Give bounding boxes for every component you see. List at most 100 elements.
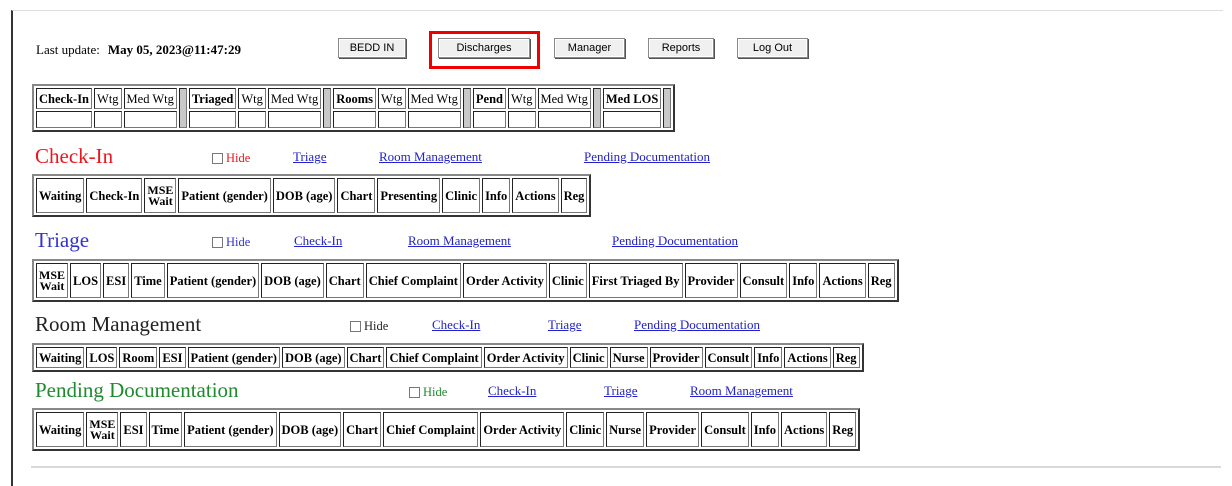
column-header[interactable]: Presenting [377, 178, 441, 213]
column-header[interactable]: Clinic [569, 347, 608, 368]
column-header[interactable]: Order Activity [480, 412, 565, 447]
column-header[interactable]: Patient (gender) [187, 347, 280, 368]
column-header[interactable]: Reg [560, 178, 588, 213]
column-header[interactable]: Chief Complaint [386, 347, 482, 368]
column-header[interactable]: Consult [704, 347, 753, 368]
column-header[interactable]: Provider [646, 412, 700, 447]
summary-separator [178, 88, 187, 128]
checkin-link-pending-documentation[interactable]: Pending Documentation [584, 149, 710, 165]
column-header[interactable]: Chart [325, 263, 364, 298]
triage-title: Triage [35, 228, 90, 252]
column-header[interactable]: Waiting [36, 347, 85, 368]
pending-link-checkin[interactable]: Check-In [488, 383, 536, 399]
column-header[interactable]: DOB (age) [278, 412, 342, 447]
room-link-triage[interactable]: Triage [548, 317, 581, 333]
checkbox-icon[interactable] [350, 321, 361, 332]
column-header[interactable]: Room [119, 347, 158, 368]
column-header[interactable]: Consult [739, 263, 788, 298]
room-section-header: Room Management [35, 312, 201, 337]
column-header[interactable]: First Triaged By [588, 263, 683, 298]
column-header[interactable]: Patient (gender) [178, 178, 271, 213]
reports-button[interactable]: Reports [648, 38, 714, 58]
summary-value [36, 111, 93, 128]
column-header[interactable]: DOB (age) [281, 347, 345, 368]
column-header[interactable]: Chart [337, 178, 376, 213]
checkbox-icon[interactable] [409, 387, 420, 398]
pending-link-triage[interactable]: Triage [604, 383, 637, 399]
summary-header: Med Wtg [267, 88, 322, 109]
column-header[interactable]: Actions [784, 347, 831, 368]
column-header[interactable]: Info [789, 263, 818, 298]
column-header[interactable]: Chart [346, 347, 385, 368]
pending-link-room-management[interactable]: Room Management [690, 383, 793, 399]
column-header[interactable]: Chart [343, 412, 382, 447]
column-header[interactable]: Order Activity [462, 263, 547, 298]
last-update: Last update: May 05, 2023@11:47:29 [36, 39, 241, 61]
column-header[interactable]: LOS [70, 263, 102, 298]
column-header[interactable]: ESI [159, 347, 186, 368]
column-header[interactable]: MSE Wait [86, 412, 119, 447]
room-link-checkin[interactable]: Check-In [432, 317, 480, 333]
manager-button[interactable]: Manager [554, 38, 625, 58]
column-header[interactable]: Consult [701, 412, 749, 447]
summary-header: Wtg [238, 88, 266, 109]
column-header[interactable]: Waiting [36, 412, 85, 447]
column-header[interactable]: Info [482, 178, 511, 213]
column-header[interactable]: Time [148, 412, 183, 447]
triage-link-checkin[interactable]: Check-In [294, 233, 342, 249]
column-header[interactable]: Check-In [86, 178, 143, 213]
column-header[interactable]: Actions [819, 263, 866, 298]
column-header[interactable]: Reg [829, 412, 857, 447]
column-header[interactable]: Nurse [606, 412, 645, 447]
column-header[interactable]: Chief Complaint [365, 263, 461, 298]
column-header[interactable]: Clinic [566, 412, 605, 447]
checkin-link-room-management[interactable]: Room Management [379, 149, 482, 165]
column-header[interactable]: Info [750, 412, 780, 447]
room-hide-toggle[interactable]: Hide [350, 319, 388, 334]
column-header[interactable]: Patient (gender) [184, 412, 277, 447]
checkin-link-triage[interactable]: Triage [293, 149, 326, 165]
hide-label: Hide [423, 385, 448, 399]
column-header[interactable]: ESI [120, 412, 147, 447]
column-header[interactable]: MSE Wait [144, 178, 177, 213]
checkbox-icon[interactable] [212, 153, 223, 164]
summary-value [188, 111, 237, 128]
last-update-value: May 05, 2023@11:47:29 [107, 42, 241, 57]
column-header[interactable]: Provider [684, 263, 738, 298]
pending-hide-toggle[interactable]: Hide [409, 385, 447, 400]
column-header[interactable]: Order Activity [483, 347, 568, 368]
log-out-button[interactable]: Log Out [737, 38, 808, 58]
column-header[interactable]: Info [754, 347, 783, 368]
checkin-hide-toggle[interactable]: Hide [212, 151, 250, 166]
triage-link-pending-documentation[interactable]: Pending Documentation [612, 233, 738, 249]
column-header[interactable]: Nurse [609, 347, 648, 368]
summary-value [537, 111, 591, 128]
column-header[interactable]: Provider [649, 347, 703, 368]
column-header[interactable]: Actions [781, 412, 828, 447]
column-header[interactable]: MSE Wait [36, 263, 69, 298]
column-header[interactable]: Patient (gender) [166, 263, 260, 298]
bedd-in-button[interactable]: BEDD IN [338, 38, 406, 58]
column-header[interactable]: Actions [512, 178, 559, 213]
triage-link-room-management[interactable]: Room Management [408, 233, 511, 249]
column-header[interactable]: DOB (age) [272, 178, 336, 213]
column-header[interactable]: Clinic [442, 178, 481, 213]
column-header[interactable]: Reg [832, 347, 860, 368]
column-header[interactable]: Waiting [36, 178, 85, 213]
room-link-pending-documentation[interactable]: Pending Documentation [634, 317, 760, 333]
summary-value [507, 111, 536, 128]
triage-hide-toggle[interactable]: Hide [212, 235, 250, 250]
discharges-button[interactable]: Discharges [438, 38, 530, 58]
column-header[interactable]: Reg [867, 263, 895, 298]
column-header[interactable]: Chief Complaint [383, 412, 479, 447]
column-header[interactable]: Time [131, 263, 165, 298]
summary-value [378, 111, 406, 128]
table-header-row: MSE Wait LOS ESI Time Patient (gender) DO… [36, 263, 895, 298]
checkbox-icon[interactable] [212, 237, 223, 248]
column-header[interactable]: ESI [103, 263, 130, 298]
column-header[interactable]: LOS [86, 347, 118, 368]
column-header[interactable]: Clinic [548, 263, 587, 298]
column-header[interactable]: DOB (age) [261, 263, 324, 298]
summary-value [238, 111, 266, 128]
table-header-row: Waiting MSE Wait ESI Time Patient (gender… [36, 412, 857, 447]
